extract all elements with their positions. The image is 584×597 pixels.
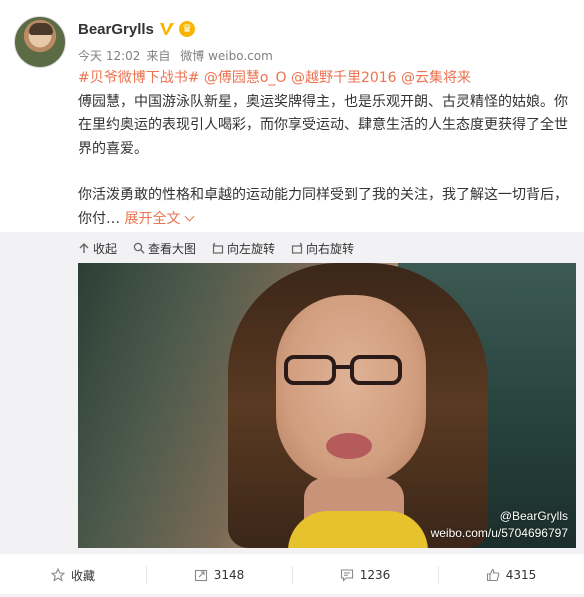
- post-tags[interactable]: #贝爷微博下战书# @傅园慧o_O @越野千里2016 @云集将来: [78, 67, 574, 91]
- post-paragraph-2: 你活泼勇敢的性格和卓越的运动能力同样受到了我的关注，我了解这一切背后，你付… 展…: [78, 184, 574, 231]
- post-paragraph-1: 傅园慧，中国游泳队新星，奥运奖牌得主，也是乐观开朗、古灵精怪的姑娘。你在里约奥运…: [78, 93, 568, 157]
- watermark-handle: @BearGrylls: [499, 509, 568, 523]
- rotate-right-label: 向右旋转: [306, 241, 355, 256]
- post-meta: 今天 12:02 来自 微博 weibo.com: [78, 47, 279, 64]
- verified-v-icon[interactable]: [158, 20, 176, 38]
- photo-watermark: @BearGrylls weibo.com/u/5704696797: [431, 508, 568, 542]
- star-icon: [50, 568, 65, 582]
- expand-label: 展开全文: [124, 210, 181, 227]
- favorite-label: 收藏: [70, 568, 95, 583]
- collapse-button[interactable]: 收起: [78, 240, 117, 257]
- view-large-button[interactable]: 查看大图: [133, 240, 196, 257]
- source-prefix: 来自: [146, 49, 171, 63]
- repost-count: 3148: [213, 568, 245, 582]
- photo-glasses-right: [350, 355, 402, 385]
- username[interactable]: BearGrylls: [78, 21, 154, 38]
- photo-swimsuit-shape: [288, 511, 428, 548]
- comment-icon: [340, 569, 353, 582]
- view-large-label: 查看大图: [148, 241, 197, 256]
- rotate-left-label: 向左旋转: [227, 241, 276, 256]
- action-bar: 收藏 3148 1236 4315: [0, 560, 584, 590]
- magnifier-icon: [133, 242, 145, 254]
- expand-full-text-link[interactable]: 展开全文: [124, 210, 195, 227]
- photo-mouth-shape: [326, 433, 372, 459]
- rotate-left-icon: [212, 242, 224, 254]
- rotate-right-button[interactable]: 向右旋转: [291, 240, 354, 257]
- post-photo[interactable]: @BearGrylls weibo.com/u/5704696797: [78, 263, 576, 548]
- vip-crown-icon[interactable]: ♛: [179, 21, 195, 37]
- repost-button[interactable]: 3148: [146, 560, 292, 590]
- comment-count: 1236: [359, 568, 391, 582]
- like-button[interactable]: 4315: [438, 560, 584, 590]
- photo-glasses-bridge: [334, 365, 352, 369]
- favorite-button[interactable]: 收藏: [0, 560, 146, 590]
- post-content: #贝爷微博下战书# @傅园慧o_O @越野千里2016 @云集将来 傅园慧，中国…: [78, 67, 574, 231]
- avatar[interactable]: [14, 16, 66, 68]
- chevron-down-icon: [185, 211, 195, 221]
- thumbs-up-icon: [486, 568, 500, 582]
- comment-button[interactable]: 1236: [292, 560, 438, 590]
- media-toolbar: 收起 查看大图 向左旋转 向右旋转: [78, 240, 370, 256]
- photo-glasses-left: [284, 355, 336, 385]
- rotate-right-icon: [291, 242, 303, 254]
- collapse-arrow-icon: [79, 243, 89, 253]
- post-time[interactable]: 今天 12:02: [78, 49, 140, 63]
- post-source[interactable]: 微博 weibo.com: [180, 49, 273, 63]
- like-count: 4315: [505, 568, 537, 582]
- repost-icon: [194, 569, 207, 582]
- rotate-left-button[interactable]: 向左旋转: [212, 240, 275, 257]
- weibo-post-card: BearGrylls ♛ 今天 12:02 来自 微博 weibo.com #贝爷…: [0, 0, 584, 597]
- watermark-url: weibo.com/u/5704696797: [430, 526, 568, 540]
- media-box: 收起 查看大图 向左旋转 向右旋转 @BearGrylls weibo.com/…: [0, 232, 584, 554]
- collapse-label: 收起: [93, 241, 118, 256]
